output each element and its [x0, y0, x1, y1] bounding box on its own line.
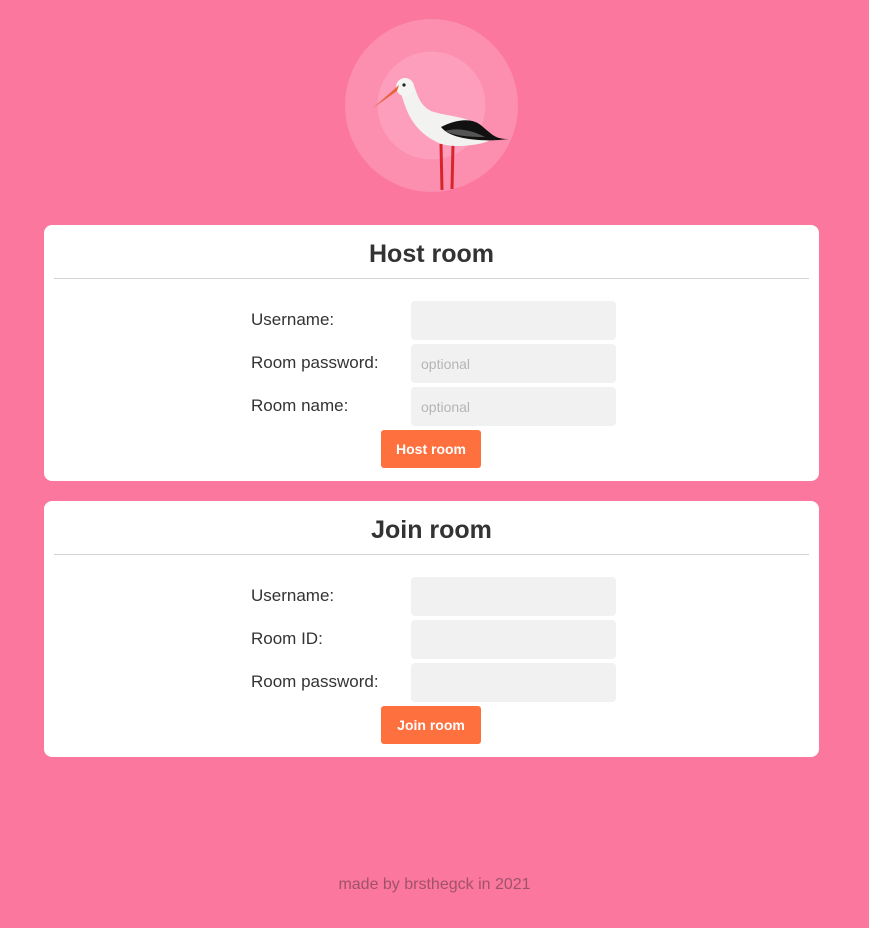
host-room-name-row: Room name: — [251, 387, 617, 426]
join-password-label: Room password: — [251, 672, 379, 691]
host-room-name-label: Room name: — [251, 396, 349, 415]
host-room-button[interactable]: Host room — [381, 430, 481, 468]
join-password-row: Room password: — [251, 663, 617, 702]
host-room-form: Username: Room password: Room name: Host… — [44, 279, 819, 469]
host-room-name-input[interactable] — [411, 387, 616, 426]
join-room-id-input[interactable] — [411, 620, 616, 659]
host-username-row: Username: — [251, 301, 617, 340]
host-room-card: Host room Username: Room password: Room … — [44, 225, 819, 481]
host-password-row: Room password: — [251, 344, 617, 383]
join-password-input[interactable] — [411, 663, 616, 702]
join-room-card: Join room Username: Room ID: Room passwo… — [44, 501, 819, 757]
join-room-id-row: Room ID: — [251, 620, 617, 659]
join-username-label: Username: — [251, 586, 335, 605]
join-room-button[interactable]: Join room — [381, 706, 481, 744]
host-username-input[interactable] — [411, 301, 616, 340]
host-password-label: Room password: — [251, 353, 379, 372]
join-username-row: Username: — [251, 577, 617, 616]
host-username-label: Username: — [251, 310, 335, 329]
join-room-id-label: Room ID: — [251, 629, 323, 648]
footer-credit: made by brsthegck in 2021 — [338, 876, 531, 893]
stork-icon — [345, 19, 518, 192]
host-room-title: Host room — [369, 240, 494, 268]
join-room-form: Username: Room ID: Room password: Join r… — [44, 555, 819, 745]
join-username-input[interactable] — [411, 577, 616, 616]
host-password-input[interactable] — [411, 344, 616, 383]
join-room-title: Join room — [371, 516, 492, 544]
